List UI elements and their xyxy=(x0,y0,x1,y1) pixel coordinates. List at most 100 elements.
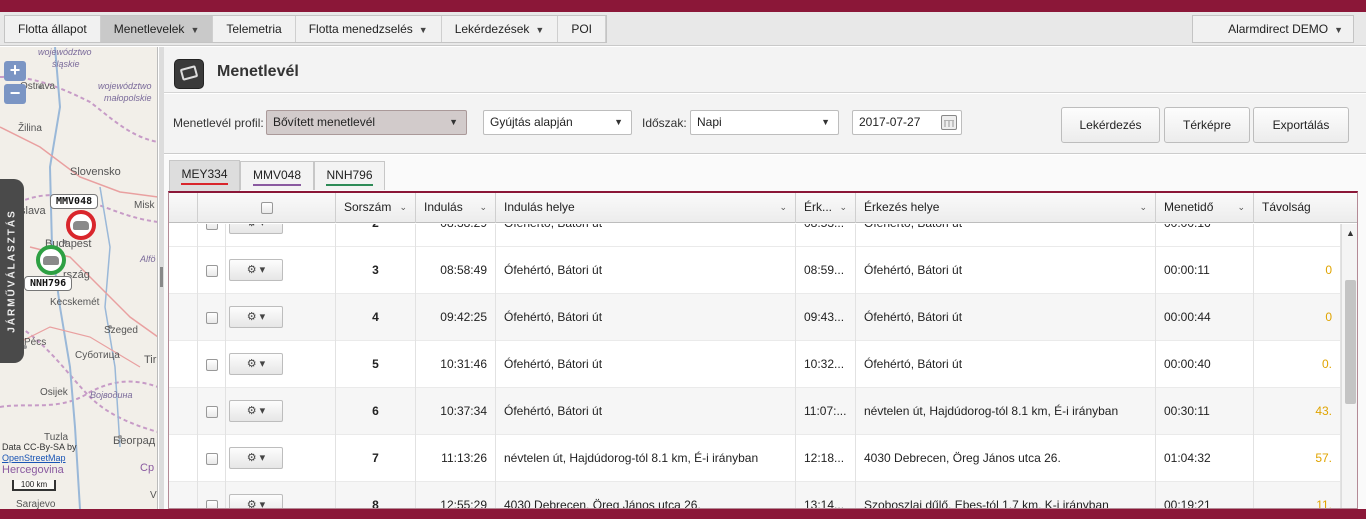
row-checkbox[interactable] xyxy=(205,405,218,418)
page-header: Menetlevél xyxy=(164,47,1366,93)
table-row[interactable]: ⚙ ▾ 5 10:31:46 Ófehértó, Bátori út 10:32... Ó… xyxy=(169,341,1341,388)
gear-menu-button[interactable]: ⚙ ▾ xyxy=(229,494,283,508)
row-checkbox[interactable] xyxy=(205,311,218,324)
row-checkbox[interactable] xyxy=(205,224,218,230)
row-spacer xyxy=(169,247,198,294)
account-menu[interactable]: Alarmdirect DEMO ▼ xyxy=(1192,15,1354,43)
table-row[interactable]: ⚙ ▾ 4 09:42:25 Ófehértó, Bátori út 09:43... Ó… xyxy=(169,294,1341,341)
header-menetido[interactable]: Menetidő ⌄ xyxy=(1156,193,1254,223)
menu-item-menetlevelek[interactable]: Menetlevelek ▼ xyxy=(100,16,214,42)
openstreetmap-link[interactable]: OpenStreetMap xyxy=(2,453,66,463)
table-row[interactable]: ⚙ ▾208:38:29Öfehértó, Bátori út08:53...Ö… xyxy=(169,224,1341,247)
map-attribution: Data CC-By-SA by OpenStreetMap xyxy=(2,442,77,464)
scroll-up-icon[interactable]: ▲ xyxy=(1346,228,1355,238)
calendar-icon[interactable] xyxy=(941,115,957,130)
menu-item-poi[interactable]: POI xyxy=(558,16,607,42)
main-menu: Flotta állapot Menetlevelek ▼ Telemetria Flo… xyxy=(4,15,608,43)
chevron-down-icon: ▼ xyxy=(418,25,428,35)
map-label: Misk xyxy=(134,200,155,211)
chevron-down-icon[interactable]: ⌄ xyxy=(479,193,487,222)
table-row[interactable]: ⚙ ▾ 3 08:58:49 Ófehértó, Bátori út 08:59... Ó… xyxy=(169,247,1341,294)
chevron-down-icon[interactable]: ⌄ xyxy=(399,193,407,222)
gear-menu-button[interactable]: ⚙ ▾ xyxy=(229,400,283,422)
cell-start: 12:55:29 xyxy=(416,482,496,508)
vehicle-marker-mmv048[interactable] xyxy=(66,210,96,240)
chevron-down-icon: ▼ xyxy=(821,117,830,127)
header-indulas[interactable]: Indulás ⌄ xyxy=(416,193,496,223)
tab-mey334[interactable]: MEY334 xyxy=(169,160,240,191)
vehicle-marker-nnh796[interactable] xyxy=(36,245,66,275)
cell-distance xyxy=(1254,224,1341,247)
gear-menu-button[interactable]: ⚙ ▾ xyxy=(229,306,283,328)
menu-item-flotta-állapot[interactable]: Flotta állapot xyxy=(5,16,101,42)
header-sorszam[interactable]: Sorszám ⌄ xyxy=(336,193,416,223)
cell-start: 10:37:34 xyxy=(416,388,496,435)
mode-select[interactable]: Gyújtás alapján ▼ xyxy=(483,110,632,135)
profile-select[interactable]: Bővített menetlevél ▼ xyxy=(266,110,467,135)
vertical-scrollbar[interactable]: ▲ xyxy=(1341,224,1357,508)
gear-menu-button[interactable]: ⚙ ▾ xyxy=(229,224,283,234)
map-panel[interactable]: województwo śląskie Ostrava województwo … xyxy=(0,47,158,509)
table-row[interactable]: ⚙ ▾ 8 12:55:29 4030 Debrecen, Öreg János ut… xyxy=(169,482,1341,508)
row-select-cell xyxy=(198,388,226,435)
header-erkezes[interactable]: Érk... ⌄ xyxy=(796,193,856,223)
map-label: V xyxy=(150,490,157,501)
map-label: Kecskemét xyxy=(50,297,100,308)
zoom-out-button[interactable]: − xyxy=(4,84,26,104)
chevron-down-icon[interactable]: ⌄ xyxy=(779,193,787,222)
menu-item-label: Telemetria xyxy=(226,22,282,36)
top-accent-bar xyxy=(0,0,1366,12)
vehicle-tabs-area: MEY334 MMV048 NNH796 Sorszám ⌄ Indulás ⌄ I… xyxy=(164,155,1366,509)
date-input[interactable]: 2017-07-27 xyxy=(852,110,962,135)
chevron-down-icon[interactable]: ⌄ xyxy=(1139,193,1147,222)
vehicle-label-nnh796[interactable]: NNH796 xyxy=(24,276,73,291)
table-row[interactable]: ⚙ ▾ 7 11:13:26 névtelen út, Hajdúdorog-tól … xyxy=(169,435,1341,482)
gear-menu-button[interactable]: ⚙ ▾ xyxy=(229,353,283,375)
row-spacer xyxy=(169,341,198,388)
header-tavolsag[interactable]: Távolság xyxy=(1254,193,1357,223)
row-spacer xyxy=(169,435,198,482)
account-name: Alarmdirect DEMO xyxy=(1228,22,1329,36)
scrollbar-thumb[interactable] xyxy=(1345,280,1356,404)
row-select-cell xyxy=(198,224,226,247)
row-checkbox[interactable] xyxy=(205,358,218,371)
row-checkbox[interactable] xyxy=(205,499,218,508)
vehicle-label-mmv048[interactable]: MMV048 xyxy=(50,194,99,209)
map-label: Суботица xyxy=(75,350,120,361)
export-button[interactable]: Exportálás xyxy=(1253,107,1349,143)
table-row[interactable]: ⚙ ▾ 6 10:37:34 Ófehértó, Bátori út 11:07:...… xyxy=(169,388,1341,435)
select-all-cell xyxy=(198,193,336,223)
menu-item-telemetria[interactable]: Telemetria xyxy=(213,16,296,42)
tab-mmv048[interactable]: MMV048 xyxy=(240,161,314,190)
cell-duration: 00:00:11 xyxy=(1156,247,1254,294)
query-button[interactable]: Lekérdezés xyxy=(1061,107,1160,143)
tab-nnh796[interactable]: NNH796 xyxy=(314,161,385,190)
vehicle-selector-tab[interactable]: JÁRMŰVÁLASZTÁS xyxy=(0,179,24,363)
map-label: Hercegovina xyxy=(2,464,64,476)
gear-menu-button[interactable]: ⚙ ▾ xyxy=(229,447,283,469)
cell-arrive-place: Öfehértó, Bátori út xyxy=(856,224,1156,247)
cell-no: 2 xyxy=(336,224,416,247)
menu-item-flotta-menedzselés[interactable]: Flotta menedzselés ▼ xyxy=(296,16,442,42)
cell-no: 5 xyxy=(336,341,416,388)
row-checkbox[interactable] xyxy=(205,264,218,277)
header-erkezes-helye[interactable]: Érkezés helye ⌄ xyxy=(856,193,1156,223)
row-select-cell xyxy=(198,294,226,341)
bottom-accent-bar xyxy=(0,509,1366,519)
show-on-map-button[interactable]: Térképre xyxy=(1164,107,1250,143)
menu-item-lekérdezések[interactable]: Lekérdezések ▼ xyxy=(442,16,559,42)
profile-label: Menetlevél profil: xyxy=(173,116,264,130)
select-all-checkbox[interactable] xyxy=(260,201,273,214)
cell-start-place: névtelen út, Hajdúdorog-tól 8.1 km, É-i … xyxy=(496,435,796,482)
cell-no: 8 xyxy=(336,482,416,508)
chevron-down-icon[interactable]: ⌄ xyxy=(1237,193,1245,222)
header-indulas-helye[interactable]: Indulás helye ⌄ xyxy=(496,193,796,223)
cell-no: 4 xyxy=(336,294,416,341)
zoom-in-button[interactable]: + xyxy=(4,61,26,81)
row-checkbox[interactable] xyxy=(205,452,218,465)
cell-arrive: 08:59... xyxy=(796,247,856,294)
splitter-handle[interactable] xyxy=(160,267,163,287)
chevron-down-icon[interactable]: ⌄ xyxy=(839,193,847,222)
gear-menu-button[interactable]: ⚙ ▾ xyxy=(229,259,283,281)
period-select[interactable]: Napi ▼ xyxy=(690,110,839,135)
